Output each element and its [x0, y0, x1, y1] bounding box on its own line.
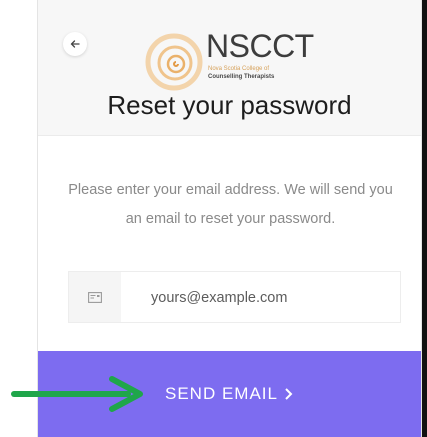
email-field: [68, 271, 401, 324]
envelope-icon: [88, 291, 102, 303]
email-input[interactable]: [149, 272, 393, 324]
send-email-label: SEND EMAIL: [165, 384, 278, 403]
page-edge: [421, 0, 427, 437]
back-button[interactable]: [63, 32, 87, 56]
logo-tagline-2: Counselling Therapists: [208, 74, 275, 80]
instructions-text: Please enter your email address. We will…: [68, 182, 393, 227]
logo-name: NSCCT: [206, 28, 314, 64]
logo-tagline-1: Nova Scotia College of: [208, 66, 270, 72]
reset-password-card: NSCCT Nova Scotia College of Counselling…: [38, 0, 421, 437]
chevron-right-icon: [285, 388, 293, 400]
arrow-left-icon: [70, 40, 80, 48]
page-title: Reset your password: [107, 90, 352, 120]
card-header: NSCCT Nova Scotia College of Counselling…: [38, 0, 421, 136]
arrow-right-icon: [11, 376, 143, 412]
nscct-logo: NSCCT Nova Scotia College of Counselling…: [142, 28, 362, 98]
email-icon-box: [69, 272, 121, 322]
logo-mark: [145, 33, 203, 91]
